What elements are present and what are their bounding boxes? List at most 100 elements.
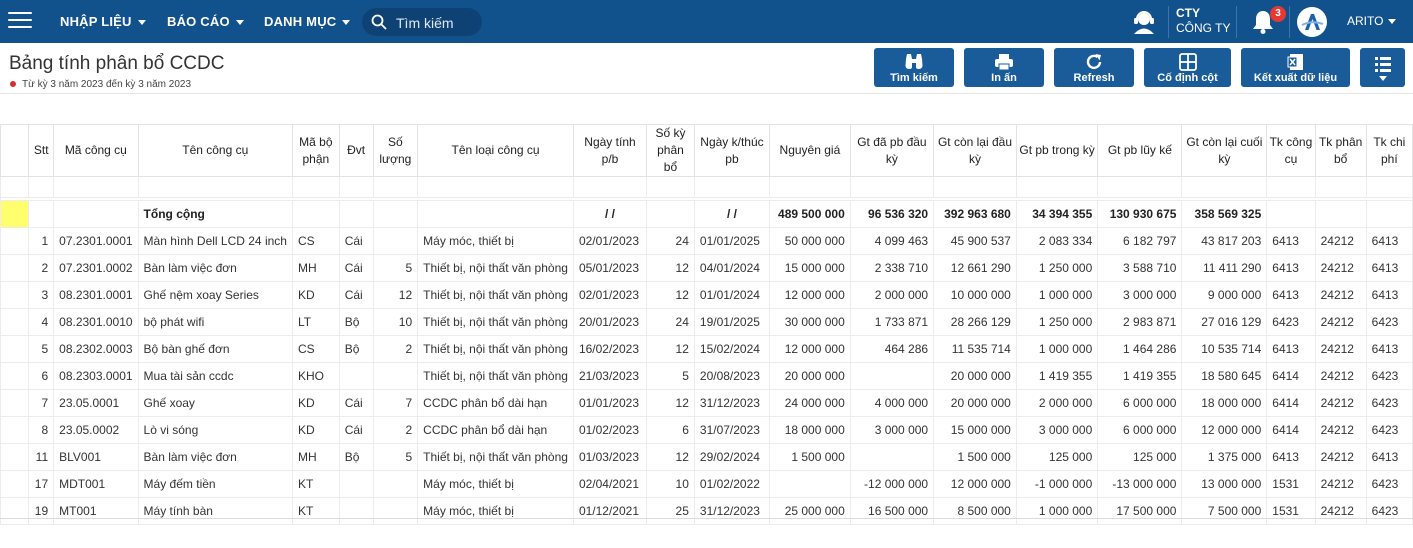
row-selector[interactable] bbox=[0, 200, 30, 228]
cell-gt-da-pb-dau-ky bbox=[849, 362, 935, 390]
avatar[interactable] bbox=[1297, 7, 1327, 37]
cell-so-ky-pb: 12 bbox=[646, 389, 695, 417]
refresh-button[interactable]: Refresh bbox=[1054, 48, 1134, 87]
table-row[interactable]: 3 08.2301.0001 Ghế nệm xoay Series KD Cái 12 T… bbox=[0, 281, 1413, 309]
column-header[interactable]: Mã công cụ bbox=[53, 124, 139, 177]
cell-gt-con-lai-cuoi-ky: 43 817 203 bbox=[1181, 227, 1268, 255]
cell-tk-chi-phi: 6423 bbox=[1365, 497, 1413, 525]
cell-tk-cong-cu: 6414 bbox=[1266, 362, 1316, 390]
search-input[interactable] bbox=[394, 13, 482, 33]
page-title: Bảng tính phân bổ CCDC bbox=[9, 53, 225, 74]
column-header[interactable]: Số kỳ phân bổ bbox=[646, 124, 695, 177]
menu-bao-cao[interactable]: BÁO CÁO bbox=[167, 0, 244, 43]
company-selector[interactable]: CTY CÔNG TY bbox=[1176, 6, 1230, 36]
row-selector[interactable] bbox=[0, 416, 30, 444]
filter-cell[interactable] bbox=[1015, 176, 1099, 198]
support-agent-icon[interactable] bbox=[1130, 9, 1158, 40]
filter-cell[interactable] bbox=[769, 176, 851, 198]
more-options-button[interactable] bbox=[1360, 48, 1405, 87]
cell-ma-cong-cu: MDT001 bbox=[53, 470, 139, 498]
filter-cell[interactable] bbox=[28, 176, 55, 198]
row-selector[interactable] bbox=[0, 389, 30, 417]
column-header[interactable]: Nguyên giá bbox=[769, 124, 851, 177]
row-selector[interactable] bbox=[0, 497, 30, 525]
filter-cell[interactable] bbox=[933, 176, 1017, 198]
filter-cell[interactable] bbox=[1181, 176, 1268, 198]
table-row[interactable]: 8 23.05.0002 Lò vi sóng KD Cái 2 CCDC phân bổ … bbox=[0, 416, 1413, 444]
table-row[interactable]: 6 08.2303.0001 Mua tài sản ccdc KHO Thiết bị… bbox=[0, 362, 1413, 390]
column-header[interactable]: Tên loại công cụ bbox=[417, 124, 574, 177]
row-selector[interactable] bbox=[0, 470, 30, 498]
print-button[interactable]: In ấn bbox=[964, 48, 1044, 87]
cell-gt-pb-luy-ke: 125 000 bbox=[1097, 443, 1183, 471]
user-menu[interactable]: ARITO bbox=[1347, 0, 1397, 43]
cell-nguyen-gia: 1 500 000 bbox=[769, 443, 851, 471]
filter-cell[interactable] bbox=[338, 176, 374, 198]
filter-cell[interactable] bbox=[137, 176, 293, 198]
filter-cell[interactable] bbox=[1266, 176, 1316, 198]
page-subtitle: Từ kỳ 3 năm 2023 đến kỳ 3 năm 2023 bbox=[10, 79, 191, 90]
filter-cell[interactable] bbox=[1365, 176, 1413, 198]
column-header[interactable]: Gt pb lũy kế bbox=[1097, 124, 1183, 177]
row-selector[interactable] bbox=[0, 308, 30, 336]
filter-cell[interactable] bbox=[849, 176, 935, 198]
filter-cell[interactable] bbox=[572, 176, 648, 198]
column-header[interactable]: Tk phân bổ bbox=[1314, 124, 1367, 177]
table-row[interactable]: 4 08.2301.0010 bộ phát wifi LT Bộ 10 Thiết bị,… bbox=[0, 308, 1413, 336]
column-header[interactable]: Gt còn lại cuối kỳ bbox=[1181, 124, 1268, 177]
row-selector[interactable] bbox=[0, 362, 30, 390]
filter-cell[interactable] bbox=[693, 176, 771, 198]
row-selector[interactable] bbox=[0, 227, 30, 255]
column-header[interactable]: Gt còn lại đầu kỳ bbox=[933, 124, 1017, 177]
table-row[interactable]: 11 BLV001 Bàn làm việc đơn MH Bộ 5 Thiết bị, n… bbox=[0, 443, 1413, 471]
menu-nhap-lieu[interactable]: NHẬP LIỆU bbox=[60, 0, 146, 43]
table-row[interactable]: 2 07.2301.0002 Bàn làm việc đơn MH Cái 5 Thiết… bbox=[0, 254, 1413, 282]
column-header[interactable]: Gt đã pb đầu kỳ bbox=[849, 124, 935, 177]
column-header[interactable]: Tên công cụ bbox=[137, 124, 293, 177]
table-row[interactable]: 7 23.05.0001 Ghế xoay KD Cái 7 CCDC phân bổ dà… bbox=[0, 389, 1413, 417]
menu-danh-muc[interactable]: DANH MỤC bbox=[264, 0, 351, 43]
export-button[interactable]: Kết xuất dữ liệu bbox=[1241, 48, 1350, 87]
column-header[interactable]: Tk công cụ bbox=[1266, 124, 1316, 177]
row-selector[interactable] bbox=[0, 335, 30, 363]
row-selector[interactable] bbox=[0, 443, 30, 471]
table-row[interactable]: 5 08.2302.0003 Bộ bàn ghế đơn CS Bộ 2 Thiết bị… bbox=[0, 335, 1413, 363]
cell-so-ky-pb: 12 bbox=[646, 254, 695, 282]
column-header[interactable]: Tk chi phí bbox=[1365, 124, 1413, 177]
filter-cell bbox=[0, 176, 30, 198]
cell-dvt: Bộ bbox=[338, 308, 374, 336]
filter-cell[interactable] bbox=[1097, 176, 1183, 198]
cell-ten-cong-cu: Bàn làm việc đơn bbox=[137, 254, 293, 282]
column-header[interactable]: Ngày tính p/b bbox=[572, 124, 648, 177]
table-row[interactable]: 17 MDT001 Máy đếm tiền KT Máy móc, thiết bị 0… bbox=[0, 470, 1413, 498]
column-header[interactable]: Số lượng bbox=[372, 124, 419, 177]
total-row[interactable]: Tổng cộng / / / / 489 500 000 96 536 320… bbox=[0, 200, 1413, 228]
column-header[interactable]: Đvt bbox=[338, 124, 374, 177]
cell-nguyen-gia: 15 000 000 bbox=[769, 254, 851, 282]
column-header[interactable]: Ngày k/thúc pb bbox=[693, 124, 771, 177]
filter-cell[interactable] bbox=[1314, 176, 1367, 198]
cell-ten-cong-cu: Màn hình Dell LCD 24 inch bbox=[137, 227, 293, 255]
row-selector[interactable] bbox=[0, 281, 30, 309]
table-row[interactable]: 1 07.2301.0001 Màn hình Dell LCD 24 inch CS… bbox=[0, 227, 1413, 255]
cell-tk-cong-cu: 6413 bbox=[1266, 335, 1316, 363]
column-header[interactable]: Mã bộ phận bbox=[291, 124, 340, 177]
cell-tk-chi-phi: 6423 bbox=[1365, 389, 1413, 417]
column-header[interactable]: Gt pb trong kỳ bbox=[1015, 124, 1099, 177]
cell-ten-cong-cu: Lò vi sóng bbox=[137, 416, 293, 444]
filter-cell[interactable] bbox=[291, 176, 340, 198]
hamburger-menu-icon[interactable] bbox=[8, 12, 32, 30]
filter-cell[interactable] bbox=[646, 176, 695, 198]
column-header[interactable]: Stt bbox=[28, 124, 55, 177]
search-button[interactable]: Tìm kiếm bbox=[874, 48, 954, 87]
cell-tk-cong-cu: 6414 bbox=[1266, 389, 1316, 417]
filter-cell[interactable] bbox=[53, 176, 139, 198]
row-selector[interactable] bbox=[0, 254, 30, 282]
freeze-column-button[interactable]: Cố định cột bbox=[1144, 48, 1231, 87]
cell-ngay-ket-thuc: 31/12/2023 bbox=[693, 497, 771, 525]
filter-cell[interactable] bbox=[417, 176, 574, 198]
total-gt-pb-luy-ke: 130 930 675 bbox=[1097, 200, 1183, 228]
table-bottom-border bbox=[0, 518, 1413, 519]
table-row[interactable]: 19 MT001 Máy tính bàn KT Máy móc, thiết bị 01… bbox=[0, 497, 1413, 525]
filter-cell[interactable] bbox=[372, 176, 419, 198]
